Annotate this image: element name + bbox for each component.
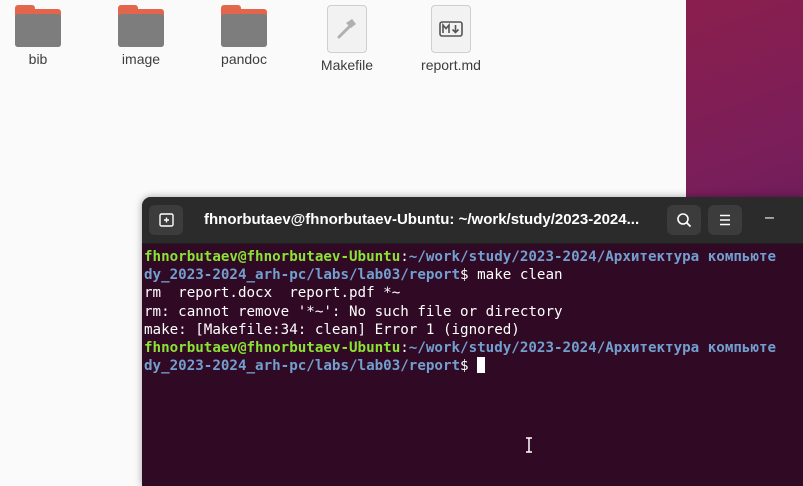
file-item-report-md[interactable]: report.md	[406, 5, 496, 73]
terminal-output[interactable]: fhnorbutaev@fhnorbutaev-Ubuntu:~/work/st…	[142, 244, 803, 375]
minimize-button[interactable]: –	[765, 209, 774, 227]
menu-button[interactable]	[708, 205, 742, 235]
terminal-line: dy_2023-2024_arh-pc/labs/lab03/report$	[144, 357, 803, 375]
file-item-image[interactable]: image	[96, 5, 186, 67]
terminal-titlebar[interactable]: fhnorbutaev@fhnorbutaev-Ubuntu: ~/work/s…	[142, 197, 803, 244]
new-tab-button[interactable]	[149, 205, 183, 235]
markdown-file-icon	[431, 5, 471, 53]
terminal-line: dy_2023-2024_arh-pc/labs/lab03/report$ m…	[144, 267, 563, 284]
file-item-pandoc[interactable]: pandoc	[199, 5, 289, 67]
file-label: bib	[28, 51, 48, 67]
search-button[interactable]	[667, 205, 701, 235]
new-tab-icon	[159, 213, 174, 227]
text-cursor-icon	[526, 437, 532, 453]
file-item-makefile[interactable]: Makefile	[302, 5, 392, 73]
file-label: pandoc	[221, 51, 267, 67]
folder-icon	[221, 5, 267, 47]
terminal-line: fhnorbutaev@fhnorbutaev-Ubuntu:~/work/st…	[144, 249, 777, 265]
makefile-icon	[327, 5, 367, 53]
file-label: image	[121, 51, 161, 67]
terminal-line: fhnorbutaev@fhnorbutaev-Ubuntu:~/work/st…	[144, 340, 777, 357]
file-label: Makefile	[320, 57, 374, 73]
terminal-line: rm: cannot remove '*~': No such file or …	[144, 303, 563, 320]
terminal-line: make: [Makefile:34: clean] Error 1 (igno…	[144, 321, 520, 338]
search-icon	[677, 213, 691, 227]
terminal-window[interactable]: fhnorbutaev@fhnorbutaev-Ubuntu: ~/work/s…	[142, 197, 803, 486]
terminal-cursor	[477, 357, 486, 374]
file-label: report.md	[421, 57, 481, 73]
terminal-line: rm report.docx report.pdf *~	[144, 285, 401, 302]
folder-icon	[118, 5, 164, 47]
folder-icon	[15, 5, 61, 47]
file-item-bib[interactable]: bib	[0, 5, 83, 67]
terminal-title: fhnorbutaev@fhnorbutaev-Ubuntu: ~/work/s…	[204, 211, 640, 228]
hamburger-menu-icon	[720, 214, 730, 226]
